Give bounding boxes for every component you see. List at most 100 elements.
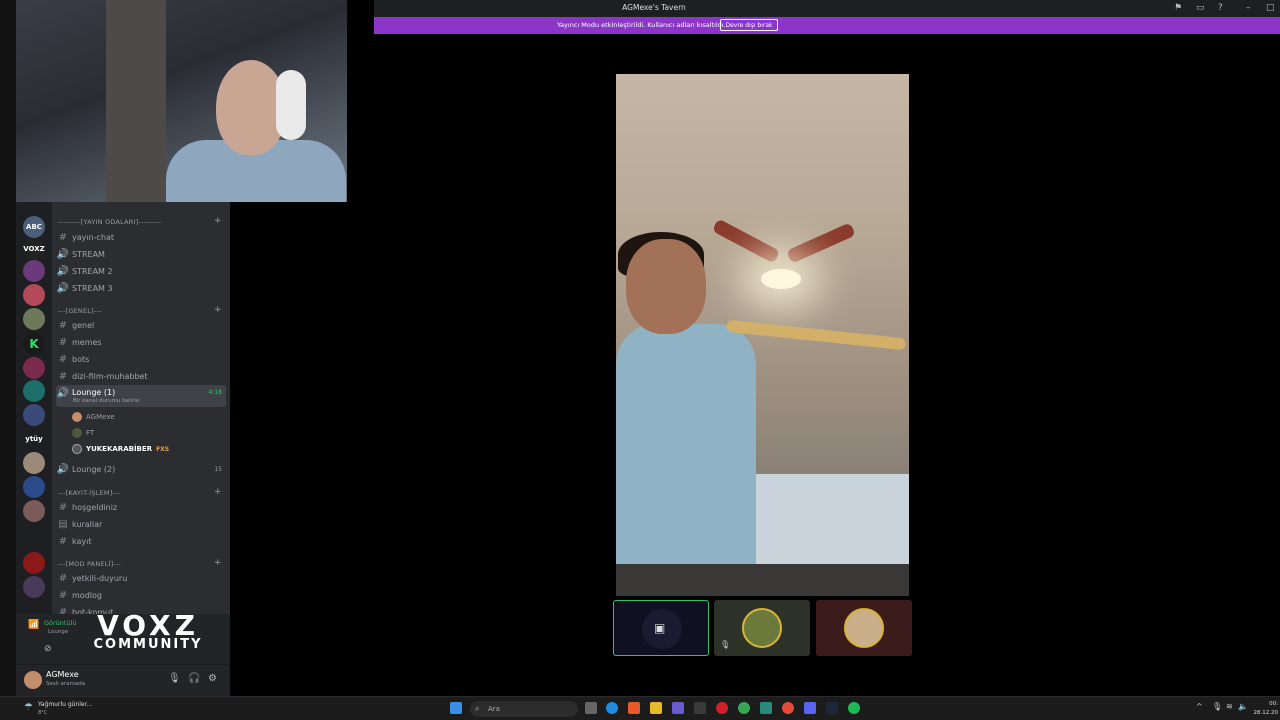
server-icon[interactable] [23, 284, 45, 306]
category-kayit-islem[interactable]: ---[KAYIT-İŞLEM]--- + [58, 487, 222, 497]
voice-member[interactable]: AGMexe [72, 412, 115, 422]
brand-overlay: VOXZ COMMUNITY [64, 612, 232, 660]
server-icon[interactable] [23, 552, 45, 574]
disable-streamer-mode-button[interactable]: Devre dışı bırak [720, 19, 778, 31]
category-mod-paneli[interactable]: ---[MOD PANELİ]--- + [58, 558, 222, 568]
channel-lounge-1[interactable]: 🔊 Lounge (1) Bir kanal durumu belirle 4:1… [56, 385, 226, 407]
add-channel-icon[interactable]: + [214, 216, 222, 226]
server-icon[interactable] [23, 476, 45, 498]
taskbar-clock[interactable]: 00: 28.12.20 [1250, 700, 1279, 718]
participant-tile[interactable]: 🎙 [714, 600, 810, 656]
hashtag-icon: # [58, 535, 68, 547]
taskbar-search[interactable]: ⌕ Ara [470, 701, 578, 717]
hashtag-icon: # [58, 572, 68, 584]
chrome-icon[interactable] [738, 702, 750, 714]
left-edge-strip [0, 0, 16, 696]
channel-memes[interactable]: # memes [56, 334, 226, 350]
camera-off-icon[interactable]: ⊘ [44, 644, 52, 654]
server-icon[interactable] [23, 260, 45, 282]
tray-chevron-icon[interactable]: ^ [1196, 702, 1203, 711]
app-icon[interactable] [694, 702, 706, 714]
user-panel: AGMexe Sesli aramada 🎙 🎧 ⚙ [16, 664, 230, 696]
banner-message: Yayıncı Modu etkinleştirildi. Kullanıcı … [557, 21, 726, 29]
voice-member[interactable]: FT [72, 428, 94, 438]
channel-yayin-chat[interactable]: # yayın-chat [56, 229, 226, 245]
channel-status[interactable]: Bir kanal durumu belirle [73, 398, 139, 404]
channel-modlog[interactable]: # modlog [56, 587, 226, 603]
inbox-icon[interactable]: ▭ [1196, 3, 1205, 13]
window-title: AGMexe's Tavern [622, 3, 686, 12]
app-icon[interactable] [760, 702, 772, 714]
server-icon[interactable] [23, 404, 45, 426]
channel-genel[interactable]: # genel [56, 317, 226, 333]
video-fan-light [761, 269, 801, 289]
channel-hosgeldiniz[interactable]: # hoşgeldiniz [56, 499, 226, 515]
camera-icon: ▣ [654, 621, 666, 635]
channel-yetkili-duyuru[interactable]: # yetkili-duyuru [56, 570, 226, 586]
teams-icon[interactable] [672, 702, 684, 714]
channel-kayit[interactable]: # kayıt [56, 533, 226, 549]
opera-icon[interactable] [716, 702, 728, 714]
weather-temp: 8°C [38, 710, 48, 716]
server-icon[interactable] [23, 452, 45, 474]
channel-stream[interactable]: 🔊 STREAM [56, 246, 226, 262]
spotify-icon[interactable] [848, 702, 860, 714]
windows-start-icon[interactable] [450, 702, 462, 714]
discord-icon[interactable] [804, 702, 816, 714]
gear-icon[interactable]: ⚙ [208, 673, 217, 684]
help-icon[interactable]: ? [1218, 3, 1223, 13]
server-icon[interactable]: ABC [23, 216, 45, 238]
microphone-icon[interactable]: 🎙 [168, 673, 181, 684]
steam-icon[interactable] [826, 702, 838, 714]
main-video-stream[interactable] [616, 74, 909, 596]
volume-icon[interactable]: 🔈 [1238, 702, 1248, 711]
avatar [742, 608, 782, 648]
task-view-icon[interactable] [585, 702, 597, 714]
add-channel-icon[interactable]: + [214, 487, 222, 497]
voice-member[interactable]: YUKEKARABİBER FXS [72, 444, 169, 454]
app-icon[interactable] [628, 702, 640, 714]
participant-tile-selected[interactable]: ▣ [613, 600, 709, 656]
taskbar: ☂ Yağmurlu günler... 8°C ⌕ Ara ^ 🎙 ≋ 🔈 00… [0, 696, 1280, 720]
webcam-background-door [106, 0, 166, 202]
category-genel[interactable]: ---[GENEL]--- + [58, 305, 222, 315]
file-explorer-icon[interactable] [650, 702, 662, 714]
server-icon[interactable] [23, 357, 45, 379]
channel-stream-3[interactable]: 🔊 STREAM 3 [56, 280, 226, 296]
category-yayin-odalari[interactable]: ---------[YAYIN ODALARI]--------- + [58, 216, 222, 226]
add-channel-icon[interactable]: + [214, 305, 222, 315]
avatar[interactable] [24, 671, 42, 689]
user-count: 15 [214, 465, 222, 473]
video-bed [746, 474, 909, 564]
video-fan-blade [711, 218, 781, 264]
participant-tile[interactable] [816, 600, 912, 656]
channel-stream-2[interactable]: 🔊 STREAM 2 [56, 263, 226, 279]
server-icon[interactable] [23, 576, 45, 598]
channel-lounge-2[interactable]: 🔊 Lounge (2) 15 [56, 461, 226, 477]
weather-text[interactable]: Yağmurlu günler... [38, 701, 92, 708]
microphone-icon[interactable]: 🎙 [1212, 702, 1222, 711]
weather-icon: ☂ [24, 702, 33, 713]
username: AGMexe [46, 670, 79, 679]
edge-icon[interactable] [606, 702, 618, 714]
video-person-head [626, 239, 706, 334]
maximize-icon[interactable]: □ [1266, 3, 1275, 13]
server-icon[interactable] [23, 500, 45, 522]
channel-dizi-film-muhabbet[interactable]: # dizi-film-muhabbet [56, 368, 226, 384]
minimize-icon[interactable]: – [1246, 3, 1251, 13]
server-icon[interactable] [23, 380, 45, 402]
call-timer: 4:18 [208, 389, 222, 396]
server-icon-voxz[interactable]: VOXZ [23, 238, 45, 260]
server-icon-k[interactable]: K [23, 333, 45, 355]
flag-icon[interactable]: ⚑ [1174, 3, 1182, 13]
signal-icon: 📶 [28, 620, 40, 630]
channel-bots[interactable]: # bots [56, 351, 226, 367]
speaker-icon: 🔊 [56, 248, 70, 260]
app-icon[interactable] [782, 702, 794, 714]
headphones-icon[interactable]: 🎧 [188, 673, 200, 684]
add-channel-icon[interactable]: + [214, 558, 222, 568]
server-icon-ytuy[interactable]: ytüy [23, 428, 45, 450]
wifi-icon[interactable]: ≋ [1226, 702, 1233, 711]
server-icon[interactable] [23, 308, 45, 330]
channel-kurallar[interactable]: ▤ kurallar [56, 516, 226, 532]
